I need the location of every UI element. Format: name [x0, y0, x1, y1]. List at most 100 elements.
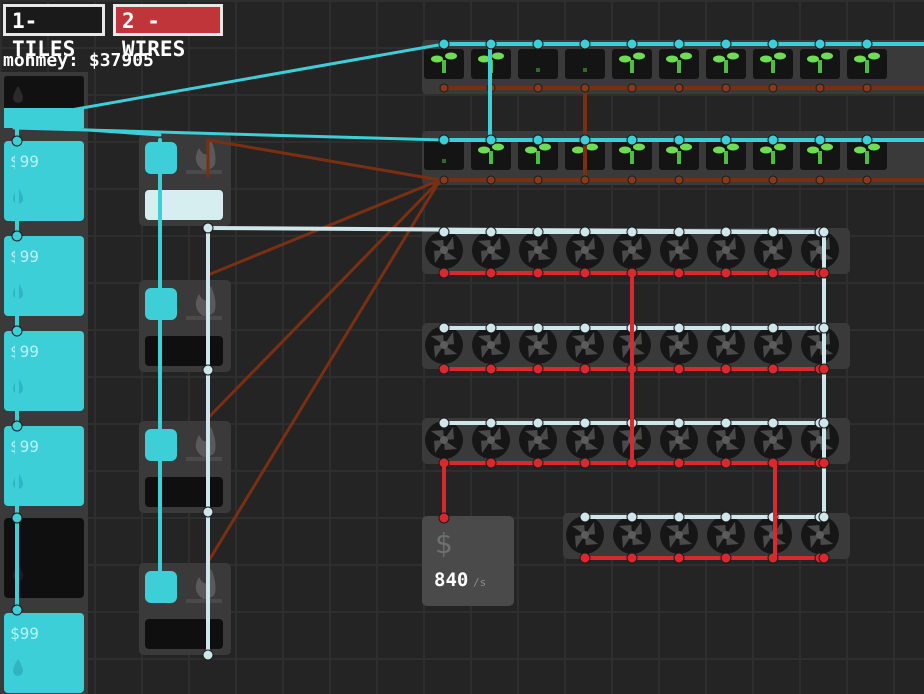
money-wire-node[interactable]	[579, 457, 591, 469]
money-wire-node[interactable]	[579, 267, 591, 279]
plant-tile[interactable]	[612, 49, 652, 79]
money-wire-node[interactable]	[438, 512, 450, 524]
water-wire-node[interactable]	[861, 134, 873, 146]
power-wire-node[interactable]	[202, 364, 214, 376]
plant-wire-node[interactable]	[721, 175, 731, 185]
money-wire-node[interactable]	[767, 267, 779, 279]
money-wire-node[interactable]	[532, 267, 544, 279]
game-board[interactable]: $840/s $99 $99 $99 $99 $99 1-TILES 2 - WIRES …	[0, 0, 924, 694]
power-wire-node[interactable]	[202, 649, 214, 661]
plant-wire-node[interactable]	[439, 175, 449, 185]
boiler-unit[interactable]	[139, 563, 231, 655]
plant-wire-node[interactable]	[580, 175, 590, 185]
power-wire-node[interactable]	[720, 226, 732, 238]
plant-wire-node[interactable]	[627, 175, 637, 185]
boiler-unit[interactable]	[139, 421, 231, 513]
money-wire-node[interactable]	[438, 267, 450, 279]
plant-tile[interactable]	[800, 49, 840, 79]
water-wire-node[interactable]	[11, 230, 23, 242]
power-wire-node[interactable]	[626, 226, 638, 238]
power-wire-node[interactable]	[818, 511, 830, 523]
plant-wire-node[interactable]	[721, 83, 731, 93]
power-wire-node[interactable]	[818, 417, 830, 429]
plant-wire-node[interactable]	[533, 175, 543, 185]
power-wire-node[interactable]	[818, 322, 830, 334]
water-tank[interactable]: $99	[4, 613, 84, 693]
power-wire-node[interactable]	[579, 417, 591, 429]
plant-wire-node[interactable]	[862, 83, 872, 93]
plant-wire-node[interactable]	[486, 175, 496, 185]
plant-wire[interactable]	[206, 178, 442, 420]
water-wire-node[interactable]	[11, 604, 23, 616]
sell-point[interactable]: $840/s	[422, 516, 514, 606]
water-wire-node[interactable]	[438, 38, 450, 50]
money-wire-node[interactable]	[626, 552, 638, 564]
power-wire-node[interactable]	[673, 417, 685, 429]
power-wire-node[interactable]	[673, 322, 685, 334]
power-wire-node[interactable]	[438, 322, 450, 334]
power-wire-node[interactable]	[202, 222, 214, 234]
power-wire-node[interactable]	[626, 511, 638, 523]
power-wire-node[interactable]	[767, 226, 779, 238]
power-wire-node[interactable]	[720, 511, 732, 523]
power-wire-node[interactable]	[818, 226, 830, 238]
money-wire-node[interactable]	[485, 457, 497, 469]
tab-tiles[interactable]: 1-TILES	[3, 4, 105, 61]
water-wire-node[interactable]	[814, 134, 826, 146]
money-wire-node[interactable]	[673, 267, 685, 279]
water-wire-node[interactable]	[861, 38, 873, 50]
money-wire-node[interactable]	[720, 552, 732, 564]
boiler-unit[interactable]	[139, 280, 231, 372]
money-wire-node[interactable]	[579, 552, 591, 564]
plant-wire-node[interactable]	[439, 83, 449, 93]
plant-tile[interactable]	[847, 49, 887, 79]
power-wire-node[interactable]	[485, 322, 497, 334]
power-wire-node[interactable]	[767, 322, 779, 334]
money-wire-node[interactable]	[720, 363, 732, 375]
plant-wire-node[interactable]	[768, 175, 778, 185]
tab-wires[interactable]: 2 - WIRES	[113, 4, 223, 61]
plant-wire-node[interactable]	[815, 83, 825, 93]
plant-wire-node[interactable]	[533, 83, 543, 93]
plant-wire-node[interactable]	[580, 83, 590, 93]
power-wire-node[interactable]	[673, 226, 685, 238]
plant-wire[interactable]	[206, 138, 442, 182]
power-wire-node[interactable]	[720, 322, 732, 334]
boiler-unit[interactable]	[139, 134, 231, 226]
plant-wire-node[interactable]	[674, 175, 684, 185]
money-wire-node[interactable]	[818, 267, 830, 279]
money-wire-node[interactable]	[485, 363, 497, 375]
plant-wire-node[interactable]	[815, 175, 825, 185]
money-wire-node[interactable]	[485, 267, 497, 279]
water-wire-node[interactable]	[814, 38, 826, 50]
water-wire-node[interactable]	[767, 38, 779, 50]
money-wire-node[interactable]	[532, 457, 544, 469]
tank-column[interactable]: $99 $99 $99 $99 $99	[0, 72, 88, 694]
water-wire-node[interactable]	[485, 38, 497, 50]
power-wire-node[interactable]	[485, 417, 497, 429]
money-wire-node[interactable]	[818, 552, 830, 564]
water-wire-node[interactable]	[626, 38, 638, 50]
plant-wire[interactable]	[206, 178, 442, 564]
water-wire-node[interactable]	[720, 134, 732, 146]
money-wire-node[interactable]	[673, 363, 685, 375]
water-wire-node[interactable]	[767, 134, 779, 146]
plant-tile[interactable]	[518, 49, 558, 79]
power-wire-node[interactable]	[532, 322, 544, 334]
money-wire-node[interactable]	[767, 363, 779, 375]
water-wire-node[interactable]	[673, 38, 685, 50]
water-wire-node[interactable]	[11, 420, 23, 432]
power-wire-node[interactable]	[202, 506, 214, 518]
money-wire-node[interactable]	[818, 457, 830, 469]
plant-tile[interactable]	[753, 49, 793, 79]
power-wire-node[interactable]	[532, 417, 544, 429]
money-wire-node[interactable]	[720, 267, 732, 279]
water-wire-node[interactable]	[720, 38, 732, 50]
power-wire-node[interactable]	[579, 322, 591, 334]
plant-wire-node[interactable]	[627, 83, 637, 93]
power-wire-node[interactable]	[767, 417, 779, 429]
power-wire-node[interactable]	[532, 226, 544, 238]
power-wire-node[interactable]	[579, 511, 591, 523]
plant-tile[interactable]	[706, 49, 746, 79]
plant-wire-node[interactable]	[674, 83, 684, 93]
